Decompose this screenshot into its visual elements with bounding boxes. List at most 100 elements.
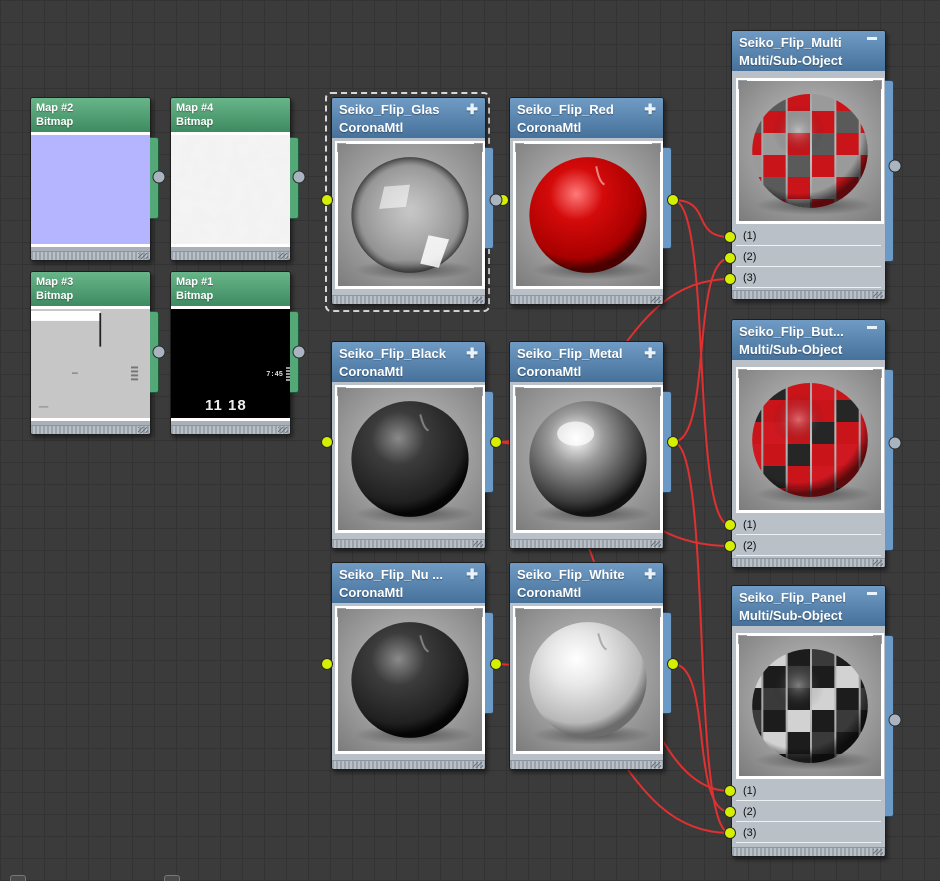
expand-plus-icon[interactable]: ✚ — [644, 565, 656, 583]
node-resize-handle[interactable] — [138, 253, 148, 259]
sub-material-slot[interactable]: (1) — [732, 226, 885, 246]
material-preview-thumbnail[interactable] — [335, 141, 485, 289]
multi-material-node-panel[interactable]: Seiko_Flip_Panel Multi/Sub-Object (1) (2… — [731, 585, 894, 857]
slot-label: (2) — [743, 806, 757, 818]
node-header[interactable]: Map #3 Bitmap — [31, 272, 150, 306]
map-node-map1[interactable]: Map #1 Bitmap 7:45 11 18 — [170, 271, 299, 435]
output-socket-unused[interactable] — [888, 159, 902, 173]
node-resize-handle[interactable] — [473, 762, 483, 768]
node-header[interactable]: Seiko_Flip_White CoronaMtl ✚ — [510, 563, 663, 603]
material-preview-thumbnail[interactable] — [513, 606, 663, 754]
multi-material-node-but[interactable]: Seiko_Flip_But... Multi/Sub-Object (1) (… — [731, 319, 894, 568]
output-socket-unused[interactable] — [152, 170, 166, 184]
input-socket[interactable] — [724, 252, 736, 264]
node-resize-handle[interactable] — [873, 560, 883, 566]
node-resize-handle[interactable] — [278, 427, 288, 433]
node-header[interactable]: Seiko_Flip_But... Multi/Sub-Object — [732, 320, 885, 360]
collapse-minus-icon[interactable] — [867, 37, 877, 40]
node-header[interactable]: Seiko_Flip_Black CoronaMtl ✚ — [332, 342, 485, 382]
material-node-red[interactable]: Seiko_Flip_Red CoronaMtl ✚ — [509, 97, 672, 305]
collapse-minus-icon[interactable] — [867, 326, 877, 329]
node-header[interactable]: Seiko_Flip_Red CoronaMtl ✚ — [510, 98, 663, 138]
connection-wire[interactable] — [672, 441, 731, 834]
map-node-map4[interactable]: Map #4 Bitmap — [170, 97, 299, 261]
sub-material-slot[interactable]: (2) — [732, 247, 885, 267]
material-preview-thumbnail[interactable] — [736, 633, 884, 779]
node-resize-handle[interactable] — [651, 297, 661, 303]
node-header[interactable]: Seiko_Flip_Metal CoronaMtl ✚ — [510, 342, 663, 382]
output-socket-unused[interactable] — [152, 345, 166, 359]
expand-plus-icon[interactable]: ✚ — [466, 565, 478, 583]
node-header[interactable]: Seiko_Flip_Glas CoronaMtl ✚ — [332, 98, 485, 138]
material-node-black[interactable]: Seiko_Flip_Black CoronaMtl ✚ — [331, 341, 494, 549]
connection-wire[interactable] — [672, 257, 731, 443]
input-socket[interactable] — [724, 827, 736, 839]
material-preview-thumbnail[interactable]: 7:45 11 18 — [171, 306, 290, 421]
view-scroll-left[interactable] — [10, 875, 26, 881]
node-resize-handle[interactable] — [473, 297, 483, 303]
sub-material-slot[interactable]: (2) — [732, 802, 885, 822]
material-node-metal[interactable]: Seiko_Flip_Metal CoronaMtl ✚ — [509, 341, 672, 549]
input-socket[interactable] — [724, 806, 736, 818]
input-socket[interactable] — [321, 658, 333, 670]
output-socket[interactable] — [667, 658, 679, 670]
node-header[interactable]: Map #1 Bitmap — [171, 272, 290, 306]
input-socket[interactable] — [724, 785, 736, 797]
node-resize-handle[interactable] — [873, 849, 883, 855]
node-resize-handle[interactable] — [651, 541, 661, 547]
expand-plus-icon[interactable]: ✚ — [466, 100, 478, 118]
map-node-map3[interactable]: Map #3 Bitmap — [30, 271, 159, 435]
sub-material-slot[interactable]: (1) — [732, 515, 885, 535]
material-preview-thumbnail[interactable] — [171, 132, 290, 247]
node-header[interactable]: Map #4 Bitmap — [171, 98, 290, 132]
output-socket[interactable] — [667, 194, 679, 206]
output-socket[interactable] — [667, 436, 679, 448]
output-socket-unused[interactable] — [489, 193, 503, 207]
node-title: Seiko_Flip_Panel — [739, 590, 846, 605]
map-node-map2[interactable]: Map #2 Bitmap — [30, 97, 159, 261]
material-preview-thumbnail[interactable] — [513, 141, 663, 289]
output-socket-unused[interactable] — [888, 436, 902, 450]
node-header[interactable]: Seiko_Flip_Nu ... CoronaMtl ✚ — [332, 563, 485, 603]
material-preview-thumbnail[interactable] — [513, 385, 663, 533]
material-preview-thumbnail[interactable] — [335, 385, 485, 533]
sub-material-slot[interactable]: (3) — [732, 823, 885, 843]
material-preview-thumbnail[interactable] — [736, 367, 884, 513]
input-socket[interactable] — [724, 273, 736, 285]
multi-material-node-multi[interactable]: Seiko_Flip_Multi Multi/Sub-Object (1) (2… — [731, 30, 894, 300]
input-socket[interactable] — [321, 194, 333, 206]
node-header[interactable]: Seiko_Flip_Panel Multi/Sub-Object — [732, 586, 885, 626]
node-resize-handle[interactable] — [138, 427, 148, 433]
expand-plus-icon[interactable]: ✚ — [644, 100, 656, 118]
view-scroll-right[interactable] — [164, 875, 180, 881]
output-socket[interactable] — [490, 658, 502, 670]
input-socket[interactable] — [321, 436, 333, 448]
output-socket[interactable] — [490, 436, 502, 448]
material-node-white[interactable]: Seiko_Flip_White CoronaMtl ✚ — [509, 562, 672, 770]
material-node-glas[interactable]: Seiko_Flip_Glas CoronaMtl ✚ — [331, 97, 494, 305]
output-socket-unused[interactable] — [888, 713, 902, 727]
material-preview-thumbnail[interactable] — [31, 306, 150, 421]
sub-material-slot[interactable]: (2) — [732, 536, 885, 556]
material-preview-thumbnail[interactable] — [736, 78, 884, 224]
node-resize-handle[interactable] — [873, 292, 883, 298]
node-resize-handle[interactable] — [473, 541, 483, 547]
input-socket[interactable] — [724, 519, 736, 531]
input-socket[interactable] — [724, 540, 736, 552]
output-socket-unused[interactable] — [292, 345, 306, 359]
material-preview-thumbnail[interactable] — [31, 132, 150, 247]
sub-material-slot[interactable]: (3) — [732, 268, 885, 288]
sub-material-slot[interactable]: (1) — [732, 781, 885, 801]
input-socket[interactable] — [724, 231, 736, 243]
connection-wire[interactable] — [672, 199, 731, 526]
expand-plus-icon[interactable]: ✚ — [466, 344, 478, 362]
node-header[interactable]: Seiko_Flip_Multi Multi/Sub-Object — [732, 31, 885, 71]
node-resize-handle[interactable] — [278, 253, 288, 259]
node-resize-handle[interactable] — [651, 762, 661, 768]
output-socket-unused[interactable] — [292, 170, 306, 184]
material-node-nu[interactable]: Seiko_Flip_Nu ... CoronaMtl ✚ — [331, 562, 494, 770]
expand-plus-icon[interactable]: ✚ — [644, 344, 656, 362]
collapse-minus-icon[interactable] — [867, 592, 877, 595]
material-preview-thumbnail[interactable] — [335, 606, 485, 754]
node-header[interactable]: Map #2 Bitmap — [31, 98, 150, 132]
